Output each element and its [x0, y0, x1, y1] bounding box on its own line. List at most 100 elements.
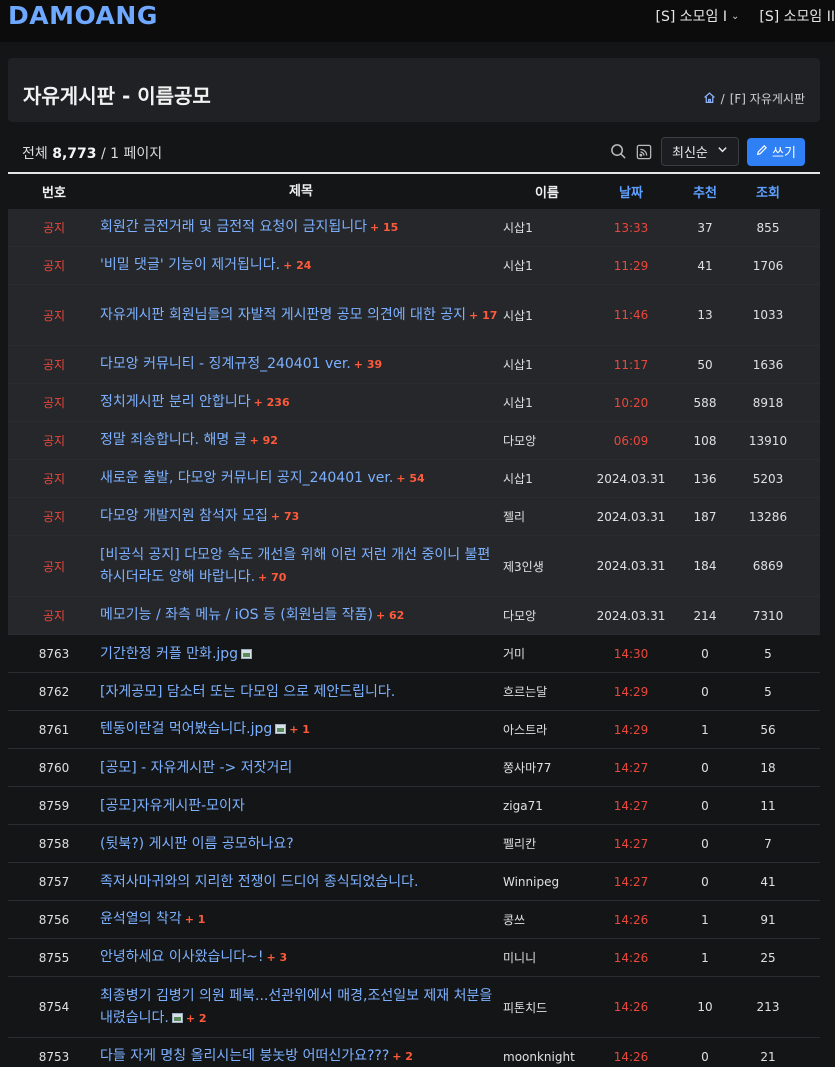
post-number: 공지 [42, 308, 66, 323]
post-title-link[interactable]: 다모앙 커뮤니티 - 징계규정_240401 ver. [100, 356, 351, 372]
post-author[interactable]: 미니니 [502, 949, 592, 966]
post-title: 족저사마귀와의 지리한 전쟁이 드디어 종식되었습니다. [100, 871, 502, 893]
post-author[interactable]: 젤리 [502, 508, 592, 525]
sort-select[interactable]: 최신순 [661, 137, 739, 166]
home-icon[interactable] [703, 91, 716, 107]
post-number: 공지 [42, 358, 66, 372]
post-number: 공지 [42, 559, 66, 574]
post-date: 14:30 [613, 646, 649, 661]
post-number: 공지 [42, 510, 66, 524]
table-row[interactable]: 8759 [공모]자유게시판-모이자 ziga71 14:27 0 11 [8, 787, 820, 825]
post-author[interactable]: 시삽1 [502, 356, 592, 373]
column-header-title: 제목 [289, 183, 313, 199]
column-header-recommend[interactable]: 추천 [670, 182, 740, 201]
rss-icon[interactable] [635, 143, 653, 161]
search-icon[interactable] [609, 143, 627, 161]
post-author[interactable]: 시삽1 [502, 307, 592, 324]
post-title-link[interactable]: [비공식 공지] 다모앙 속도 개선을 위해 이런 저런 개선 중이니 불편하시… [100, 547, 490, 585]
post-number: 공지 [42, 396, 66, 410]
top-nav: DAMOANG [S] 소모임 I ⌄ [S] 소모임 II [0, 0, 835, 42]
nav-item-somoim-1[interactable]: [S] 소모임 I ⌄ [656, 6, 740, 26]
post-author[interactable]: Winnipeg [502, 875, 592, 889]
post-number: 8755 [38, 950, 70, 965]
comment-count: + 1 [184, 913, 206, 926]
post-author[interactable]: 다모앙 [502, 607, 592, 624]
table-row[interactable]: 8756 윤석열의 착각 + 1 콩쓰 14:26 1 91 [8, 901, 820, 939]
table-row[interactable]: 8762 [자게공모] 담소터 또는 다모임 으로 제안드립니다. 흐르는달 14:2… [8, 673, 820, 711]
post-author[interactable]: 시삽1 [502, 394, 592, 411]
comment-count: + 3 [266, 951, 288, 964]
post-views: 1706 [752, 258, 784, 273]
notice-row[interactable]: 공지 '비밀 댓글' 기능이 제거됩니다. + 24 시삽1 11:29 41 1706 [8, 247, 820, 285]
column-header-date[interactable]: 날짜 [592, 182, 670, 201]
nav-item-somoim-2[interactable]: [S] 소모임 II [759, 6, 835, 26]
table-row[interactable]: 8753 다들 자게 명칭 올리시는데 붕놋방 어떠신가요??? + 2 moonkn… [8, 1038, 820, 1067]
table-row[interactable]: 8763 기간한정 커플 만화.jpg 거미 14:30 0 5 [8, 635, 820, 673]
table-row[interactable]: 8760 [공모] - 자유게시판 -> 저잣거리 쫑사마77 14:27 0 18 [8, 749, 820, 787]
post-author[interactable]: 시삽1 [502, 257, 592, 274]
notice-row[interactable]: 공지 회원간 금전거래 및 금전적 요청이 금지됩니다 + 15 시삽1 13:33 37… [8, 209, 820, 247]
post-author[interactable]: 쫑사마77 [502, 759, 592, 776]
post-title-link[interactable]: 새로운 출발, 다모앙 커뮤니티 공지_240401 ver. [100, 470, 393, 486]
post-title-link[interactable]: [자게공모] 담소터 또는 다모임 으로 제안드립니다. [100, 684, 395, 700]
post-author[interactable]: 제3인생 [502, 558, 592, 575]
breadcrumb-board[interactable]: [F] 자유게시판 [730, 90, 805, 107]
post-title-link[interactable]: '비밀 댓글' 기능이 제거됩니다. [100, 257, 280, 273]
notice-row[interactable]: 공지 메모기능 / 좌측 메뉴 / iOS 등 (회원님들 작품) + 62 다모앙 2… [8, 597, 820, 635]
post-author[interactable]: 흐르는달 [502, 683, 592, 700]
post-title-link[interactable]: 안녕하세요 이사왔습니다~! [100, 949, 263, 965]
notice-row[interactable]: 공지 자유게시판 회원님들의 자발적 게시판명 공모 의견에 대한 공지 + 17 시… [8, 285, 820, 346]
post-title-link[interactable]: 회원간 금전거래 및 금전적 요청이 금지됩니다 [100, 219, 367, 235]
post-author[interactable]: 시삽1 [502, 470, 592, 487]
write-button[interactable]: 쓰기 [747, 137, 805, 166]
post-author[interactable]: 거미 [502, 645, 592, 662]
post-author[interactable]: 펠리칸 [502, 835, 592, 852]
table-row[interactable]: 8754 최종병기 김병기 의원 페북...선관위에서 매경,조선일보 제재 처분… [8, 977, 820, 1038]
notice-row[interactable]: 공지 다모앙 개발지원 참석자 모집 + 73 젤리 2024.03.31 187 1328… [8, 498, 820, 536]
post-author[interactable]: 콩쓰 [502, 911, 592, 928]
post-author[interactable]: moonknight [502, 1050, 592, 1064]
notice-row[interactable]: 공지 [비공식 공지] 다모앙 속도 개선을 위해 이런 저런 개선 중이니 불편… [8, 536, 820, 597]
table-row[interactable]: 8761 텐동이란걸 먹어봤습니다.jpg + 1 아스트라 14:29 1 56 [8, 711, 820, 749]
notice-row[interactable]: 공지 정말 죄송합니다. 해명 글 + 92 다모앙 06:09 108 13910 [8, 422, 820, 460]
post-author[interactable]: 시삽1 [502, 219, 592, 236]
post-views: 6869 [752, 559, 784, 573]
post-author[interactable]: ziga71 [502, 799, 592, 813]
post-title-link[interactable]: (뒷북?) 게시판 이름 공모하나요? [100, 836, 294, 852]
post-title-link[interactable]: 메모기능 / 좌측 메뉴 / iOS 등 (회원님들 작품) [100, 607, 373, 623]
table-row[interactable]: 8758 (뒷북?) 게시판 이름 공모하나요? 펠리칸 14:27 0 7 [8, 825, 820, 863]
post-date: 2024.03.31 [596, 509, 666, 524]
post-title-link[interactable]: 다모앙 개발지원 참석자 모집 [100, 508, 268, 524]
notice-row[interactable]: 공지 정치게시판 분리 안합니다 + 236 시삽1 10:20 588 8918 [8, 384, 820, 422]
site-logo[interactable]: DAMOANG [8, 1, 158, 30]
post-title-link[interactable]: 족저사마귀와의 지리한 전쟁이 드디어 종식되었습니다. [100, 874, 419, 890]
post-recommend: 588 [693, 395, 717, 410]
post-author[interactable]: 피톤치드 [502, 999, 592, 1016]
table-row[interactable]: 8757 족저사마귀와의 지리한 전쟁이 드디어 종식되었습니다. Winnipeg… [8, 863, 820, 901]
comment-count: + 92 [249, 434, 278, 447]
column-header-views[interactable]: 조회 [740, 182, 796, 201]
post-title-link[interactable]: 자유게시판 회원님들의 자발적 게시판명 공모 의견에 대한 공지 [100, 307, 466, 323]
post-author[interactable]: 다모앙 [502, 432, 592, 449]
table-row[interactable]: 8755 안녕하세요 이사왔습니다~! + 3 미니니 14:26 1 25 [8, 939, 820, 977]
post-title: '비밀 댓글' 기능이 제거됩니다. + 24 [100, 254, 502, 277]
post-title-link[interactable]: 기간한정 커플 만화.jpg [100, 646, 238, 662]
post-number: 8759 [38, 798, 70, 813]
post-title-link[interactable]: 윤석열의 착각 [100, 911, 182, 927]
post-views: 25 [760, 950, 776, 965]
comment-count: + 39 [353, 358, 383, 371]
notice-row[interactable]: 공지 다모앙 커뮤니티 - 징계규정_240401 ver. + 39 시삽1 11:1… [8, 346, 820, 384]
post-views: 21 [760, 1049, 776, 1064]
post-title-link[interactable]: [공모] - 자유게시판 -> 저잣거리 [100, 760, 292, 776]
post-number: 공지 [42, 259, 66, 273]
post-title-link[interactable]: 최종병기 김병기 의원 페북...선관위에서 매경,조선일보 제재 처분을 내렸… [100, 988, 492, 1026]
post-title: [자게공모] 담소터 또는 다모임 으로 제안드립니다. [100, 681, 502, 703]
post-title-link[interactable]: 다들 자게 명칭 올리시는데 붕놋방 어떠신가요??? [100, 1048, 389, 1064]
post-title-link[interactable]: 정치게시판 분리 안합니다 [100, 394, 251, 410]
post-title-link[interactable]: [공모]자유게시판-모이자 [100, 798, 245, 814]
post-views: 56 [760, 722, 776, 737]
post-title-link[interactable]: 텐동이란걸 먹어봤습니다.jpg [100, 721, 272, 737]
post-title-link[interactable]: 정말 죄송합니다. 해명 글 [100, 432, 247, 448]
post-author[interactable]: 아스트라 [502, 721, 592, 738]
notice-row[interactable]: 공지 새로운 출발, 다모앙 커뮤니티 공지_240401 ver. + 54 시삽1… [8, 460, 820, 498]
